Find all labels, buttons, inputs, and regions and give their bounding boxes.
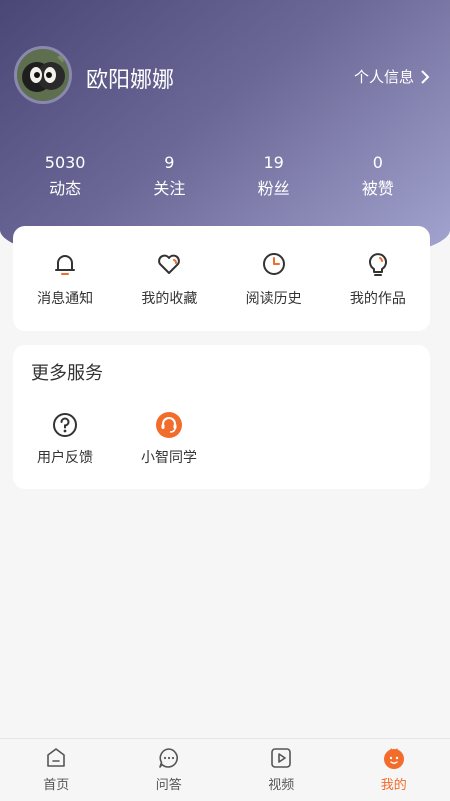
bell-icon <box>55 254 76 275</box>
more-services-title: 更多服务 <box>31 363 103 384</box>
assistant-label: 小智同学 <box>141 450 197 466</box>
profile-info-label: 个人信息 <box>353 68 414 86</box>
video-icon <box>271 748 292 768</box>
chevron-right-icon <box>421 69 430 84</box>
avatar-image <box>17 49 69 101</box>
avatar[interactable] <box>14 46 72 104</box>
user-icon <box>383 748 404 769</box>
stats-row: 5030 动态 9 关注 19 粉丝 0 被赞 <box>13 152 430 200</box>
stat-value: 9 <box>164 153 175 172</box>
bottom-tab-bar: 首页 问答 视频 我的 <box>0 738 450 801</box>
my-works-button[interactable]: 我的作品 <box>326 250 430 308</box>
quick-actions-card: 消息通知 我的收藏 阅读历史 我的作品 <box>13 226 430 331</box>
tab-qa-label: 问答 <box>155 778 182 793</box>
stat-value: 5030 <box>44 153 86 172</box>
history-label: 阅读历史 <box>245 290 302 307</box>
home-icon <box>47 748 66 767</box>
tab-video[interactable]: 视频 <box>225 739 338 801</box>
stat-posts[interactable]: 5030 动态 <box>13 152 117 200</box>
tab-home-label: 首页 <box>43 778 70 793</box>
stat-value: 0 <box>372 153 383 172</box>
tab-home[interactable]: 首页 <box>0 739 113 801</box>
heart-icon <box>158 254 181 274</box>
notifications-button[interactable]: 消息通知 <box>13 250 117 308</box>
stat-label: 动态 <box>49 179 82 198</box>
headset-icon <box>156 412 182 438</box>
question-icon <box>53 413 77 437</box>
my-works-label: 我的作品 <box>349 290 406 307</box>
more-services-card: 更多服务 用户反馈 小智同学 <box>13 345 430 489</box>
feedback-button[interactable]: 用户反馈 <box>13 411 117 467</box>
stat-label: 粉丝 <box>257 179 290 198</box>
favorites-label: 我的收藏 <box>141 290 198 307</box>
stat-likes[interactable]: 0 被赞 <box>326 152 430 200</box>
profile-info-link[interactable]: 个人信息 <box>354 66 430 87</box>
favorites-button[interactable]: 我的收藏 <box>117 250 221 308</box>
stat-label: 被赞 <box>361 179 394 198</box>
feedback-label: 用户反馈 <box>37 450 93 466</box>
assistant-button[interactable]: 小智同学 <box>117 411 221 467</box>
tab-video-label: 视频 <box>268 778 295 793</box>
username: 欧阳娜娜 <box>86 68 175 93</box>
tab-mine-label: 我的 <box>380 778 407 793</box>
stat-label: 关注 <box>153 179 186 198</box>
clock-icon <box>262 252 285 275</box>
tab-mine[interactable]: 我的 <box>338 739 450 801</box>
stat-following[interactable]: 9 关注 <box>117 152 221 200</box>
tab-qa[interactable]: 问答 <box>113 739 226 801</box>
history-button[interactable]: 阅读历史 <box>222 250 326 308</box>
chat-icon <box>158 748 178 768</box>
stat-followers[interactable]: 19 粉丝 <box>222 152 326 200</box>
lightbulb-icon <box>368 252 387 276</box>
stat-value: 19 <box>263 153 284 172</box>
notifications-label: 消息通知 <box>37 290 94 307</box>
